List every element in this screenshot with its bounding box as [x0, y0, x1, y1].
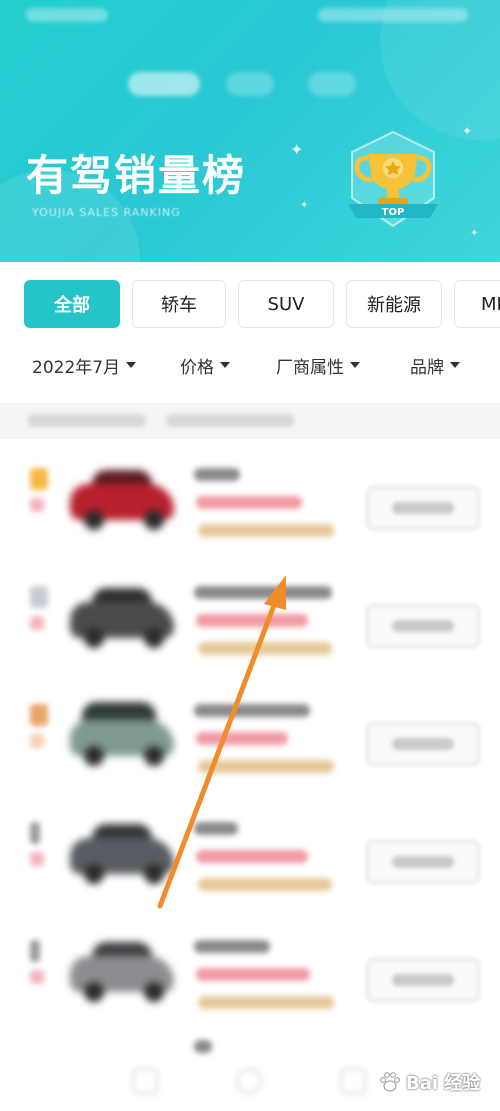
list-item[interactable] [0, 566, 500, 684]
blurred-text [194, 704, 310, 717]
rank-badge [30, 468, 52, 528]
category-chip-bar: 全部 轿车 SUV 新能源 MP [24, 280, 500, 330]
sparkle-icon: ✦ [470, 228, 479, 239]
chip-new-energy[interactable]: 新能源 [346, 280, 442, 328]
blurred-text [196, 968, 310, 981]
row-action-button[interactable] [366, 840, 480, 884]
trophy-icon: TOP [348, 130, 438, 228]
list-subheader [0, 403, 500, 439]
list-item[interactable] [0, 684, 500, 802]
chip-sedan[interactable]: 轿车 [132, 280, 226, 328]
list-item[interactable] [0, 802, 500, 920]
list-item[interactable] [0, 920, 500, 1038]
rank-badge [30, 704, 52, 764]
blurred-text [194, 1040, 212, 1053]
filter-brand-label: 品牌 [410, 357, 444, 378]
car-thumbnail [66, 580, 178, 656]
filter-price[interactable]: 价格 [180, 350, 230, 380]
row-action-button[interactable] [366, 486, 480, 530]
caret-down-icon [350, 362, 360, 368]
car-thumbnail [66, 816, 178, 892]
caret-down-icon [220, 362, 230, 368]
blurred-text [194, 822, 238, 835]
nav-home-icon[interactable] [236, 1068, 262, 1094]
tab-blurred-active[interactable] [128, 72, 200, 96]
caret-down-icon [126, 362, 137, 368]
watermark: Bai 经验 [378, 1062, 496, 1102]
car-thumbnail [66, 462, 178, 538]
filter-manufacturer-label: 厂商属性 [276, 357, 344, 378]
car-thumbnail [66, 934, 178, 1010]
blurred-text [196, 732, 288, 745]
sparkle-icon: ✦ [290, 140, 304, 159]
blurred-text [198, 642, 332, 655]
blurred-text [196, 850, 308, 863]
blurred-text [196, 614, 308, 627]
chip-all[interactable]: 全部 [24, 280, 120, 328]
rank-badge [30, 940, 52, 1000]
blurred-text [194, 468, 240, 481]
caret-down-icon [450, 362, 460, 368]
watermark-text: Bai 经验 [406, 1073, 481, 1094]
blurred-text [198, 996, 334, 1009]
page-subtitle: YOUJIA SALES RANKING [32, 206, 181, 219]
list-item[interactable] [0, 448, 500, 566]
rank-badge [30, 822, 52, 882]
filter-month[interactable]: 2022年7月 [32, 350, 137, 380]
blurred-text [194, 940, 270, 953]
nav-back-icon[interactable] [132, 1068, 158, 1094]
paw-icon [380, 1072, 400, 1092]
blurred-text [198, 760, 334, 773]
chip-mpv[interactable]: MP [454, 280, 500, 328]
blurred-text [198, 524, 334, 537]
car-thumbnail [66, 698, 178, 774]
filter-price-label: 价格 [180, 357, 214, 378]
sparkle-icon: ✦ [300, 200, 309, 211]
row-action-button[interactable] [366, 604, 480, 648]
blurred-text [198, 878, 332, 891]
tab-blurred[interactable] [226, 72, 274, 96]
row-action-button[interactable] [366, 958, 480, 1002]
blurred-text [196, 496, 302, 509]
filter-month-label: 2022年7月 [32, 357, 121, 378]
header-banner: 有驾销量榜 YOUJIA SALES RANKING ✦ ✦ ✦ ✦ TOP [0, 0, 500, 262]
status-bar-left [26, 8, 108, 22]
row-action-button[interactable] [366, 722, 480, 766]
tab-blurred[interactable] [308, 72, 356, 96]
filter-manufacturer[interactable]: 厂商属性 [276, 350, 360, 380]
rank-badge [30, 586, 52, 646]
status-bar-right [318, 8, 468, 22]
page-title: 有驾销量榜 [26, 151, 247, 200]
blurred-text [28, 414, 146, 427]
chip-suv[interactable]: SUV [238, 280, 334, 328]
sparkle-icon: ✦ [462, 124, 473, 138]
blurred-text [194, 586, 332, 599]
blurred-text [166, 414, 294, 427]
badge-text: TOP [382, 207, 405, 218]
filter-brand[interactable]: 品牌 [410, 350, 460, 380]
nav-recent-icon[interactable] [340, 1068, 366, 1094]
